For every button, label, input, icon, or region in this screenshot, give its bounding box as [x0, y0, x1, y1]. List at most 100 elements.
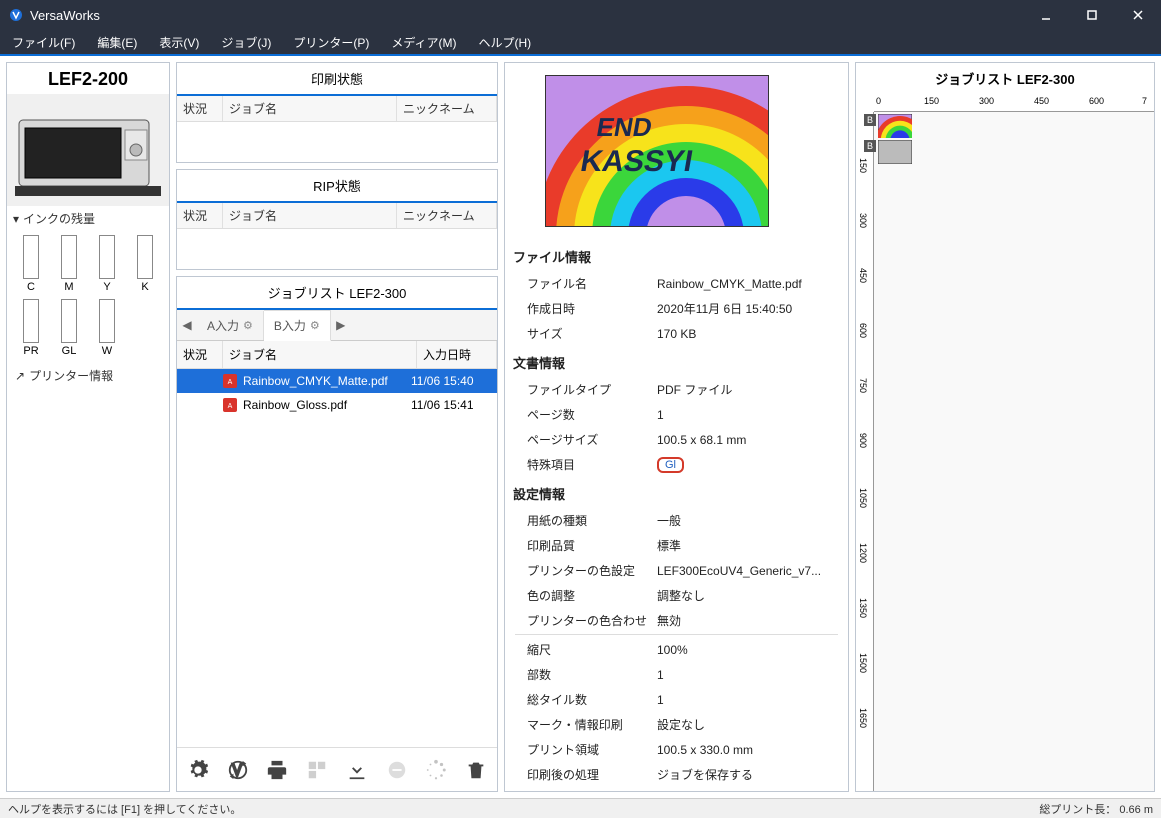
svg-text:KASSYI: KASSYI	[578, 145, 695, 178]
ink-k: K	[129, 235, 161, 293]
content: LEF2-200 ▾ インクの残量 C M Y K PR GL W ↗ プリンタ	[0, 56, 1161, 798]
section-doc-info: 文書情報	[513, 353, 840, 372]
menubar: ファイル(F) 編集(E) 表示(V) ジョブ(J) プリンター(P) メディア…	[0, 30, 1161, 56]
layout-preview-title: ジョブリスト LEF2-300	[856, 63, 1154, 94]
ink-c: C	[15, 235, 47, 293]
printer-name: LEF2-200	[7, 63, 169, 94]
printer-panel: LEF2-200 ▾ インクの残量 C M Y K PR GL W ↗ プリンタ	[6, 62, 170, 792]
chevron-down-icon: ▾	[13, 212, 19, 226]
layout-canvas[interactable]: B B	[874, 112, 1154, 791]
titlebar: VersaWorks	[0, 0, 1161, 30]
joblist-panel: ジョブリスト LEF2-300 ◀ A入力⚙ B入力⚙ ▶ 状況 ジョブ名 入力…	[176, 276, 498, 792]
thumb-badge: B	[864, 114, 876, 126]
value-filetype: PDF ファイル	[657, 378, 838, 401]
statusbar-help: ヘルプを表示するには [F1] を押してください。	[8, 801, 241, 817]
value-marks: 設定なし	[657, 713, 838, 736]
menu-edit[interactable]: 編集(E)	[97, 34, 137, 51]
rip-button[interactable]	[225, 757, 251, 783]
menu-view[interactable]: 表示(V)	[159, 34, 199, 51]
section-file-info: ファイル情報	[513, 247, 840, 266]
value-copies: 1	[657, 663, 838, 686]
joblist-tabs: ◀ A入力⚙ B入力⚙ ▶	[177, 310, 497, 341]
delete-button[interactable]	[463, 757, 489, 783]
ink-gl: GL	[53, 299, 85, 357]
rip-status-panel: RIP状態 状況 ジョブ名 ニックネーム	[176, 169, 498, 270]
minimize-button[interactable]	[1023, 0, 1069, 30]
value-quality: 標準	[657, 534, 838, 557]
col-nickname[interactable]: ニックネーム	[397, 96, 497, 121]
job-rows: ARainbow_CMYK_Matte.pdf 11/06 15:40 ARai…	[177, 369, 497, 747]
pdf-icon: A	[223, 398, 237, 412]
middle-column: 印刷状態 状況 ジョブ名 ニックネーム RIP状態 状況 ジョブ名 ニックネーム…	[176, 62, 498, 792]
svg-text:END: END	[594, 112, 654, 142]
job-row[interactable]: ARainbow_CMYK_Matte.pdf 11/06 15:40	[177, 369, 497, 393]
value-color-match: 無効	[657, 609, 838, 632]
layout-thumb-1[interactable]: B	[878, 114, 912, 141]
app-title: VersaWorks	[30, 8, 1023, 23]
printer-info-link[interactable]: ↗ プリンター情報	[7, 361, 169, 390]
thumb-badge: B	[864, 140, 876, 152]
col-jobname[interactable]: ジョブ名	[223, 341, 417, 368]
processing-icon	[424, 757, 450, 783]
job-preview: END KASSYI	[545, 75, 769, 227]
job-info-panel: END KASSYI ファイル情報 ファイル名Rainbow_CMYK_Matt…	[504, 62, 849, 792]
statusbar-total-print: 総プリント長： 0.66 m	[1039, 801, 1153, 817]
col-status[interactable]: 状況	[177, 96, 223, 121]
print-status-panel: 印刷状態 状況 ジョブ名 ニックネーム	[176, 62, 498, 163]
col-inputdate[interactable]: 入力日時	[417, 341, 497, 368]
section-settings-info: 設定情報	[513, 484, 840, 503]
gear-icon: ⚙	[243, 319, 253, 332]
tab-b-input[interactable]: B入力⚙	[264, 310, 331, 341]
value-size: 170 KB	[657, 322, 838, 345]
value-pagesize: 100.5 x 68.1 mm	[657, 428, 838, 451]
printer-image	[7, 94, 169, 206]
rip-status-title: RIP状態	[177, 170, 497, 203]
value-media: 一般	[657, 509, 838, 532]
col-status[interactable]: 状況	[177, 341, 223, 368]
external-link-icon: ↗	[15, 369, 25, 383]
stop-button[interactable]	[384, 757, 410, 783]
layout-thumb-2[interactable]: B	[878, 140, 912, 167]
print-button[interactable]	[265, 757, 291, 783]
app-icon	[8, 7, 24, 23]
menu-help[interactable]: ヘルプ(H)	[478, 34, 531, 51]
vertical-ruler: 150 300 450 600 750 900 1050 1200 1350 1…	[856, 112, 874, 791]
menu-file[interactable]: ファイル(F)	[12, 34, 75, 51]
tab-a-input[interactable]: A入力⚙	[197, 311, 264, 340]
maximize-button[interactable]	[1069, 0, 1115, 30]
horizontal-ruler: 0 150 300 450 600 7	[874, 94, 1154, 112]
value-print-area: 100.5 x 330.0 mm	[657, 738, 838, 761]
ruler-area[interactable]: 0 150 300 450 600 7 150 300 450 600 750 …	[856, 94, 1154, 791]
value-created: 2020年11月 6日 15:40:50	[657, 297, 838, 320]
tab-prev[interactable]: ◀	[177, 312, 197, 338]
value-ink-est: 0.08	[657, 788, 838, 792]
download-button[interactable]	[344, 757, 370, 783]
pdf-icon: A	[223, 374, 237, 388]
layout-preview-panel: ジョブリスト LEF2-300 0 150 300 450 600 7 150 …	[855, 62, 1155, 792]
ink-m: M	[53, 235, 85, 293]
nest-button[interactable]	[304, 757, 330, 783]
ink-pr: PR	[15, 299, 47, 357]
svg-text:A: A	[228, 379, 233, 386]
ink-level-header[interactable]: ▾ インクの残量	[7, 206, 169, 231]
gear-icon: ⚙	[310, 319, 320, 332]
settings-button[interactable]	[185, 757, 211, 783]
tab-next[interactable]: ▶	[331, 312, 351, 338]
ink-y: Y	[91, 235, 123, 293]
value-scale: 100%	[657, 638, 838, 661]
col-jobname[interactable]: ジョブ名	[223, 203, 397, 228]
menu-media[interactable]: メディア(M)	[391, 34, 456, 51]
col-status[interactable]: 状況	[177, 203, 223, 228]
ink-w: W	[91, 299, 123, 357]
menu-job[interactable]: ジョブ(J)	[221, 34, 271, 51]
joblist-toolbar	[177, 747, 497, 791]
joblist-title: ジョブリスト LEF2-300	[177, 277, 497, 310]
value-printer-color: LEF300EcoUV4_Generic_v7...	[657, 559, 838, 582]
value-tiles: 1	[657, 688, 838, 711]
close-button[interactable]	[1115, 0, 1161, 30]
menu-printer[interactable]: プリンター(P)	[293, 34, 369, 51]
job-row[interactable]: ARainbow_Gloss.pdf 11/06 15:41	[177, 393, 497, 417]
col-jobname[interactable]: ジョブ名	[223, 96, 397, 121]
col-nickname[interactable]: ニックネーム	[397, 203, 497, 228]
statusbar: ヘルプを表示するには [F1] を押してください。 総プリント長： 0.66 m	[0, 798, 1161, 818]
